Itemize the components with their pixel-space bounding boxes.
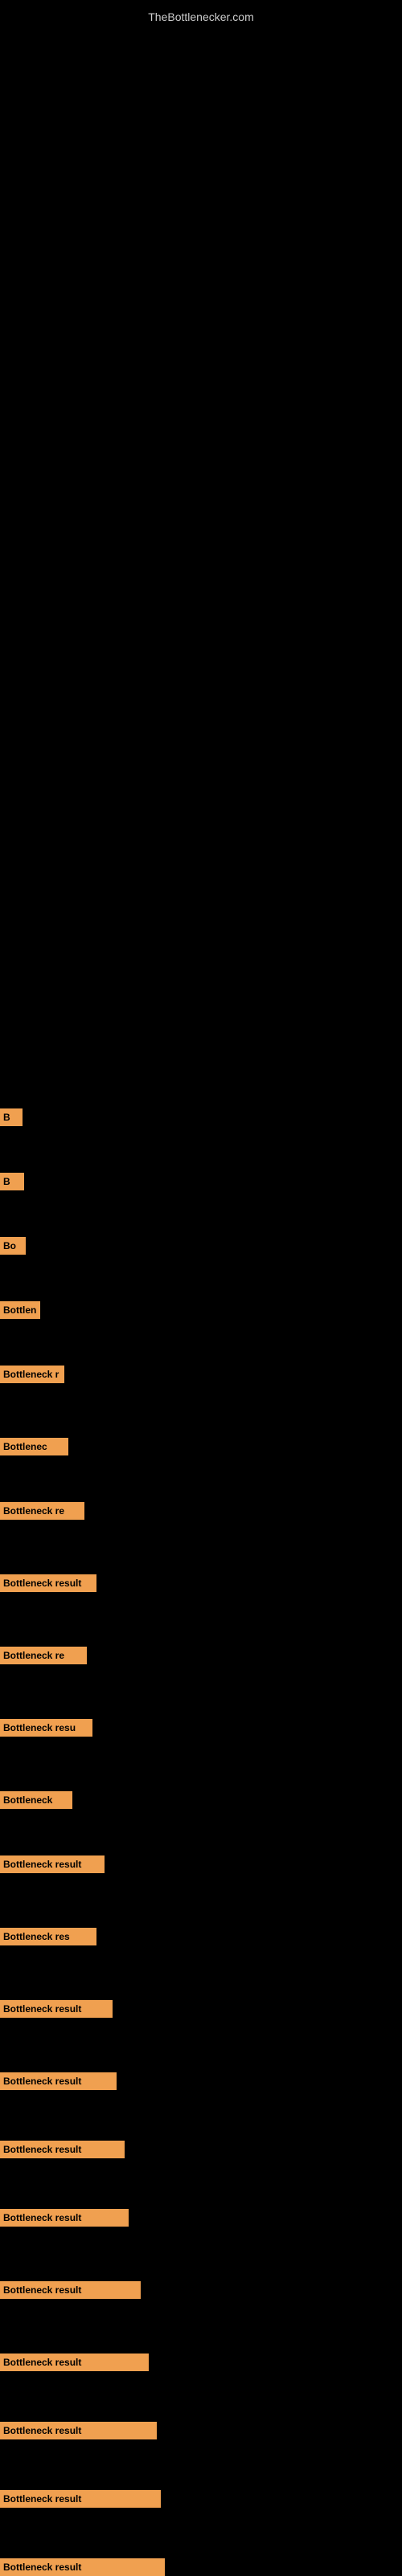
bottleneck-bar-15: Bottleneck result	[0, 2072, 117, 2090]
bottleneck-bar-9: Bottleneck re	[0, 1647, 87, 1664]
bottleneck-bar-17: Bottleneck result	[0, 2209, 129, 2227]
bottleneck-bar-14: Bottleneck result	[0, 2000, 113, 2018]
bottleneck-bar-20: Bottleneck result	[0, 2422, 157, 2439]
bottleneck-bar-8: Bottleneck result	[0, 1574, 96, 1592]
bottleneck-bar-5: Bottleneck r	[0, 1366, 64, 1383]
bottleneck-bar-2: B	[0, 1173, 24, 1190]
bottleneck-bar-16: Bottleneck result	[0, 2141, 125, 2158]
bottleneck-bar-21: Bottleneck result	[0, 2490, 161, 2508]
bottleneck-bar-11: Bottleneck	[0, 1791, 72, 1809]
bottleneck-bar-7: Bottleneck re	[0, 1502, 84, 1520]
bottleneck-bar-1: B	[0, 1108, 23, 1126]
bottleneck-bar-4: Bottlen	[0, 1301, 40, 1319]
bottleneck-bar-19: Bottleneck result	[0, 2354, 149, 2371]
bottleneck-bar-10: Bottleneck resu	[0, 1719, 92, 1737]
bottleneck-bar-6: Bottlenec	[0, 1438, 68, 1455]
bottleneck-bar-18: Bottleneck result	[0, 2281, 141, 2299]
bottleneck-bar-22: Bottleneck result	[0, 2558, 165, 2576]
bottleneck-bar-13: Bottleneck res	[0, 1928, 96, 1945]
site-title: TheBottlenecker.com	[0, 4, 402, 30]
bottleneck-bar-12: Bottleneck result	[0, 1855, 105, 1873]
bottleneck-bar-3: Bo	[0, 1237, 26, 1255]
